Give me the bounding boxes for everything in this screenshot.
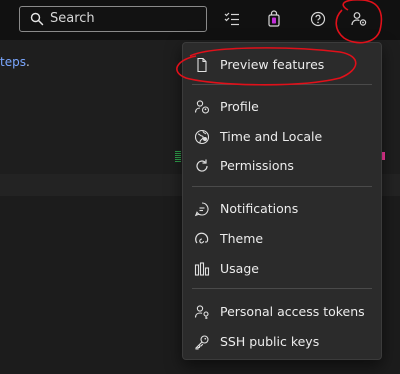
background-green-mark xyxy=(175,150,181,162)
shopping-bag-icon[interactable] xyxy=(265,10,283,28)
menu-item-label: Permissions xyxy=(220,158,294,173)
menu-divider xyxy=(192,288,372,289)
background-link[interactable]: teps. xyxy=(0,55,30,69)
menu-item-permissions[interactable]: Permissions xyxy=(183,153,381,179)
menu-item-label: Theme xyxy=(220,231,264,246)
search-label: Search xyxy=(50,11,95,26)
page: teps. Search Preview features Profile Ti… xyxy=(0,0,400,374)
menu-item-label: Usage xyxy=(220,261,259,276)
menu-item-label: Time and Locale xyxy=(220,129,323,144)
key-icon xyxy=(194,334,210,350)
search-box[interactable]: Search xyxy=(19,6,207,32)
task-list-icon[interactable] xyxy=(223,10,241,28)
menu-item-preview-features[interactable]: Preview features xyxy=(183,52,381,78)
menu-item-time-and-locale[interactable]: Time and Locale xyxy=(183,124,381,150)
background-link-text[interactable]: teps xyxy=(0,55,26,69)
menu-item-usage[interactable]: Usage xyxy=(183,256,381,282)
menu-item-label: Personal access tokens xyxy=(220,304,365,319)
menu-item-notifications[interactable]: Notifications xyxy=(183,196,381,222)
theme-icon xyxy=(194,231,210,247)
document-icon xyxy=(194,57,210,73)
menu-divider xyxy=(192,84,372,85)
search-icon xyxy=(30,12,44,26)
user-settings-icon[interactable] xyxy=(350,10,368,28)
top-bar: Search xyxy=(0,0,400,40)
menu-item-personal-access-tokens[interactable]: Personal access tokens xyxy=(183,299,381,325)
menu-item-label: Notifications xyxy=(220,201,299,216)
globe-icon xyxy=(194,129,210,145)
menu-divider xyxy=(192,186,372,187)
menu-item-label: SSH public keys xyxy=(220,334,320,349)
menu-item-ssh-public-keys[interactable]: SSH public keys xyxy=(183,329,381,355)
menu-item-theme[interactable]: Theme xyxy=(183,226,381,252)
menu-item-label: Profile xyxy=(220,99,259,114)
profile-icon xyxy=(194,99,210,115)
chat-icon xyxy=(194,201,210,217)
person-key-icon xyxy=(194,304,210,320)
refresh-icon xyxy=(194,158,210,174)
help-icon[interactable] xyxy=(309,10,327,28)
menu-item-profile[interactable]: Profile xyxy=(183,94,381,120)
background-link-suffix: . xyxy=(25,55,30,69)
bar-chart-icon xyxy=(194,261,210,277)
user-settings-menu: Preview features Profile Time and Locale… xyxy=(182,42,382,360)
menu-item-label: Preview features xyxy=(220,57,325,72)
